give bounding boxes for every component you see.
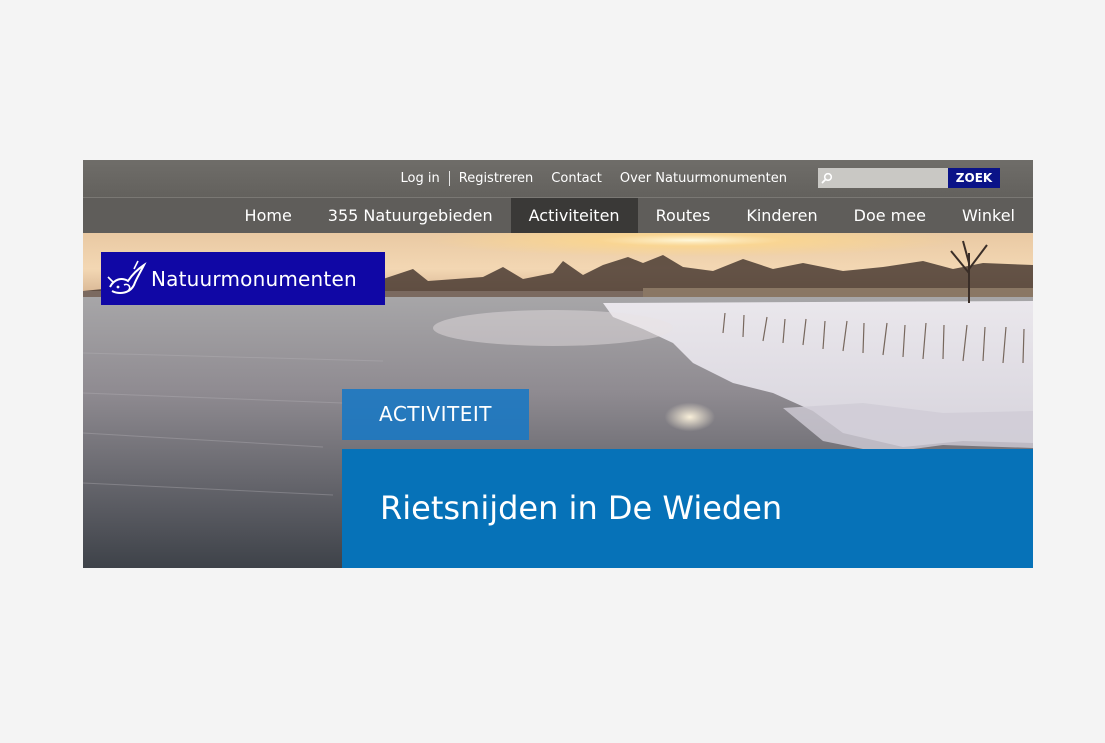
utility-links: Log in Registreren Contact Over Natuurmo… (392, 160, 796, 197)
page-title: Rietsnijden in De Wieden (380, 489, 783, 527)
login-link[interactable]: Log in (392, 171, 449, 186)
site-header: Log in Registreren Contact Over Natuurmo… (83, 160, 1033, 568)
category-label: ACTIVITEIT (342, 389, 529, 440)
nav-item-home[interactable]: Home (227, 198, 310, 233)
search-input[interactable] (836, 168, 944, 188)
search-button[interactable]: ZOEK (948, 168, 1000, 188)
bird-logo-icon (101, 252, 151, 305)
logo-text: Natuurmonumenten (151, 266, 357, 291)
contact-link[interactable]: Contact (542, 171, 611, 186)
nav-item-activiteiten[interactable]: Activiteiten (510, 198, 638, 233)
utility-bar: Log in Registreren Contact Over Natuurmo… (83, 160, 1033, 197)
nav-item-routes[interactable]: Routes (638, 198, 729, 233)
nav-item-winkel[interactable]: Winkel (944, 198, 1033, 233)
main-nav: Home 355 Natuurgebieden Activiteiten Rou… (83, 197, 1033, 233)
register-link[interactable]: Registreren (450, 171, 543, 186)
search-icon (818, 168, 836, 188)
nav-item-kinderen[interactable]: Kinderen (728, 198, 835, 233)
nav-item-natuurgebieden[interactable]: 355 Natuurgebieden (310, 198, 511, 233)
search-box (818, 168, 948, 188)
title-panel: Rietsnijden in De Wieden (342, 449, 1033, 568)
about-link[interactable]: Over Natuurmonumenten (611, 171, 796, 186)
nav-item-doe-mee[interactable]: Doe mee (836, 198, 944, 233)
site-logo[interactable]: Natuurmonumenten (101, 252, 385, 305)
hero-banner: Natuurmonumenten ACTIVITEIT Rietsnijden … (83, 233, 1033, 568)
main-nav-items: Home 355 Natuurgebieden Activiteiten Rou… (227, 198, 1033, 233)
